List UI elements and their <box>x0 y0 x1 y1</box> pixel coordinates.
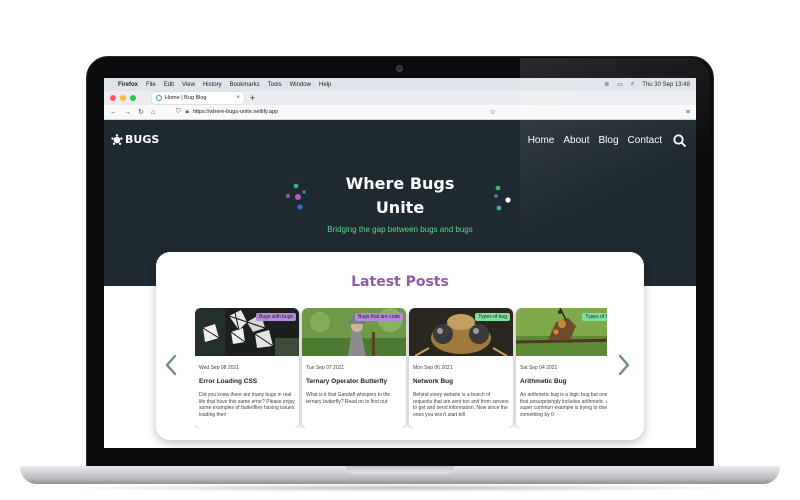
post-date: Mon Sep 06 2021 <box>413 365 453 371</box>
minimize-window-button[interactable] <box>120 95 126 101</box>
menu-clock[interactable]: Thu 30 Sep 13:48 <box>642 82 690 88</box>
menu-help[interactable]: Help <box>319 82 331 88</box>
url-bar[interactable]: ⛉ 🔒︎ https://where-bugs-unite.netlify.ap… <box>176 107 476 118</box>
nav-blog[interactable]: Blog <box>599 135 619 146</box>
camera <box>396 65 403 72</box>
maximize-window-button[interactable] <box>130 95 136 101</box>
post-tag[interactable]: Types of bug <box>475 313 510 321</box>
laptop-shadow <box>60 484 740 492</box>
back-arrow-icon[interactable]: ← <box>110 109 117 116</box>
browser-tab-strip: Home | Bug Blog × + <box>104 91 696 105</box>
main-nav: Home About Blog Contact <box>519 134 686 147</box>
post-card[interactable]: Types of bug Mon Sep 06 2021 Network Bug… <box>409 308 513 428</box>
nav-contact[interactable]: Contact <box>628 135 662 146</box>
search-icon[interactable] <box>673 134 686 147</box>
post-date: Sat Sep 04 2021 <box>520 365 558 371</box>
post-tag[interactable]: Bugs with bugs <box>256 313 296 321</box>
post-date: Tue Sep 07 2021 <box>306 365 345 371</box>
tracking-shield-icon[interactable]: ⛉ <box>176 109 181 116</box>
bug-splat-icon <box>111 133 123 145</box>
site-logo[interactable]: BUGS <box>111 133 159 146</box>
post-tag[interactable]: Bugs that are code <box>355 313 403 321</box>
forward-arrow-icon[interactable]: → <box>124 109 131 116</box>
control-center-icon[interactable]: ▭ <box>617 81 623 88</box>
latest-posts-panel: Latest Posts Bugs with bugs Wed Sep 08 2… <box>156 252 644 440</box>
url-text[interactable]: https://where-bugs-unite.netlify.app <box>193 109 278 115</box>
hero-title-line1: Where Bugs <box>345 174 455 193</box>
home-icon[interactable]: ⌂ <box>151 109 155 116</box>
menu-tools[interactable]: Tools <box>268 82 282 88</box>
tab-title: Home | Bug Blog <box>165 95 207 101</box>
logo-text: BUGS <box>125 133 160 146</box>
bookmark-star-icon[interactable]: ☆ <box>490 108 496 116</box>
lock-icon[interactable]: 🔒︎ <box>186 109 189 116</box>
chevron-right-icon[interactable] <box>618 354 630 376</box>
close-tab-icon[interactable]: × <box>236 95 240 101</box>
status-area: ≋ ▭ ⌕ Thu 30 Sep 13:48 <box>596 81 690 88</box>
menu-history[interactable]: History <box>203 82 222 88</box>
close-window-button[interactable] <box>110 95 116 101</box>
post-title[interactable]: Arithmetic Bug <box>520 378 567 385</box>
chevron-left-icon[interactable] <box>165 354 177 376</box>
reload-icon[interactable]: ↻ <box>138 108 144 116</box>
laptop-mockup: Firefox File Edit View History Bookmarks… <box>0 0 800 500</box>
posts-carousel: Bugs with bugs Wed Sep 08 2021 Error Loa… <box>195 308 607 428</box>
latest-posts-title: Latest Posts <box>351 274 449 290</box>
nav-home[interactable]: Home <box>528 135 555 146</box>
post-title[interactable]: Ternary Operator Butterfly <box>306 378 387 385</box>
post-image: Types of bug <box>409 308 513 357</box>
post-tag[interactable]: Types of bug <box>582 313 607 321</box>
laptop-notch <box>346 466 454 474</box>
browser-nav-bar: ← → ↻ ⌂ ⛉ 🔒︎ https://where-bugs-unite.ne… <box>104 105 696 120</box>
post-image: Bugs that are code <box>302 308 406 356</box>
hamburger-menu-icon[interactable]: ≡ <box>686 109 690 116</box>
post-card[interactable]: Bugs with bugs Wed Sep 08 2021 Error Loa… <box>195 308 299 428</box>
screen: Firefox File Edit View History Bookmarks… <box>104 78 696 448</box>
website: BUGS Home About Blog Contact Where Bugs … <box>104 120 696 448</box>
menu-view[interactable]: View <box>182 82 195 88</box>
hero-subtitle: Bridging the gap between bugs and bugs <box>327 225 473 234</box>
hero-title-line2: Unite <box>375 198 425 217</box>
excerpt-fade <box>409 416 513 428</box>
excerpt-fade <box>516 416 607 428</box>
menu-file[interactable]: File <box>146 82 156 88</box>
post-date: Wed Sep 08 2021 <box>199 365 239 371</box>
hero-title: Where Bugs Unite <box>300 172 500 220</box>
menu-edit[interactable]: Edit <box>164 82 174 88</box>
post-title[interactable]: Error Loading CSS <box>199 378 257 385</box>
browser-tab-active[interactable]: Home | Bug Blog × <box>152 92 244 104</box>
post-card[interactable]: Bugs that are code Tue Sep 07 2021 Terna… <box>302 308 406 428</box>
menu-window[interactable]: Window <box>290 82 311 88</box>
post-title[interactable]: Network Bug <box>413 378 453 385</box>
wifi-icon[interactable]: ≋ <box>604 81 609 88</box>
menu-bookmarks[interactable]: Bookmarks <box>230 82 260 88</box>
post-image: Bugs with bugs <box>195 308 299 356</box>
favicon-icon <box>156 95 162 101</box>
spotlight-icon[interactable]: ⌕ <box>631 81 634 88</box>
nav-about[interactable]: About <box>563 135 589 146</box>
excerpt-fade <box>195 416 299 428</box>
post-image: Types of bug <box>516 308 607 356</box>
menu-app-name[interactable]: Firefox <box>118 82 138 88</box>
new-tab-button[interactable]: + <box>250 93 255 103</box>
post-card[interactable]: Types of bug Sat Sep 04 2021 Arithmetic … <box>516 308 607 428</box>
excerpt-fade <box>302 416 406 428</box>
macos-menu-bar: Firefox File Edit View History Bookmarks… <box>104 78 696 91</box>
